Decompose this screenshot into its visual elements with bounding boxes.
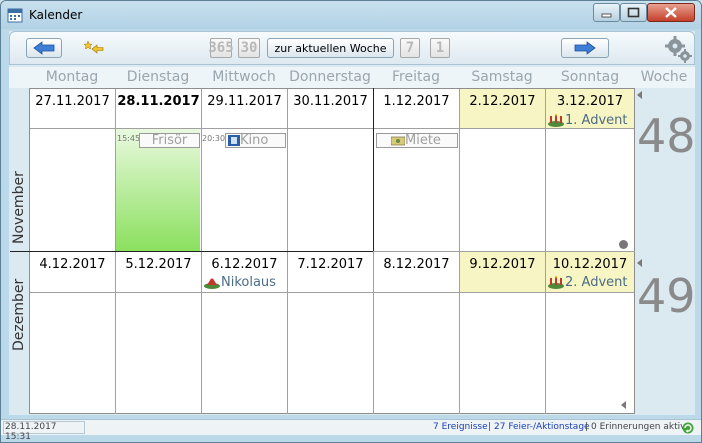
title-bar[interactable]: Kalender bbox=[1, 1, 701, 29]
window-title: Kalender bbox=[29, 8, 83, 22]
date-cell[interactable]: 2.12.2017 bbox=[460, 94, 545, 109]
grid-line bbox=[30, 292, 634, 293]
month-view-button[interactable]: 30 bbox=[238, 38, 260, 58]
date-cell[interactable]: 5.12.2017 bbox=[116, 257, 201, 272]
status-holidays-link[interactable]: 27 Feier-/Aktionstage bbox=[494, 422, 590, 432]
weekday-wednesday: Mittwoch bbox=[212, 69, 276, 85]
holiday-second-advent[interactable]: 2. Advent bbox=[547, 275, 627, 290]
current-week-button[interactable]: zur aktuellen Woche bbox=[267, 38, 394, 58]
settings-button[interactable] bbox=[664, 34, 694, 64]
date-cell[interactable]: 27.11.2017 bbox=[30, 94, 115, 109]
week-number-48[interactable]: 48 bbox=[637, 109, 696, 163]
close-button[interactable] bbox=[647, 3, 695, 22]
calendar-window: Kalender 365 30 zur aktuellen Woche 7 1 … bbox=[0, 0, 702, 443]
date-cell[interactable]: 29.11.2017 bbox=[202, 94, 287, 109]
event-time: 20:30 bbox=[202, 134, 226, 143]
date-cell[interactable]: 4.12.2017 bbox=[30, 257, 115, 272]
date-cell[interactable]: 30.11.2017 bbox=[288, 94, 373, 109]
day-view-button[interactable]: 1 bbox=[430, 38, 450, 58]
advent-wreath-icon bbox=[548, 275, 564, 289]
calendar-client: 365 30 zur aktuellen Woche 7 1 Montag Di… bbox=[9, 31, 696, 415]
date-cell[interactable]: 10.12.2017 bbox=[546, 257, 634, 272]
holiday-first-advent[interactable]: 1. Advent bbox=[547, 113, 627, 128]
weekday-monday: Montag bbox=[45, 69, 99, 85]
previous-week-button[interactable] bbox=[26, 38, 62, 58]
event-miete[interactable]: Miete bbox=[376, 133, 458, 148]
weekday-thursday: Donnerstag bbox=[289, 69, 371, 85]
week-expand-icon[interactable] bbox=[637, 259, 642, 267]
film-icon bbox=[228, 135, 240, 146]
status-bar: 28.11.2017 15:31 7 Ereignisse | 27 Feier… bbox=[1, 419, 701, 442]
calendar-app-icon bbox=[7, 8, 23, 23]
week-number-49[interactable]: 49 bbox=[637, 269, 696, 323]
date-cell[interactable]: 3.12.2017 bbox=[546, 94, 634, 109]
date-cell[interactable]: 7.12.2017 bbox=[288, 257, 373, 272]
scroll-indicator-icon[interactable] bbox=[621, 401, 626, 409]
arrow-left-icon bbox=[33, 41, 55, 55]
next-week-button[interactable] bbox=[561, 38, 609, 58]
weekday-sunday: Sonntag bbox=[560, 69, 620, 85]
month-strip-december: Dezember bbox=[9, 251, 29, 414]
status-events-link[interactable]: 7 Ereignisse bbox=[433, 422, 488, 432]
holiday-nikolaus[interactable]: Nikolaus bbox=[203, 275, 276, 290]
date-cell-today[interactable]: 28.11.2017 bbox=[116, 94, 201, 109]
status-separator: | bbox=[488, 422, 492, 432]
toolbar: 365 30 zur aktuellen Woche 7 1 bbox=[9, 31, 695, 65]
nikolaus-icon bbox=[204, 275, 220, 289]
status-reminders: 0 Erinnerungen aktiv bbox=[591, 422, 686, 432]
status-separator: | bbox=[585, 422, 589, 432]
event-kino[interactable]: Kino bbox=[225, 133, 286, 148]
weekday-friday: Freitag bbox=[392, 69, 440, 85]
date-cell[interactable]: 8.12.2017 bbox=[374, 257, 459, 272]
gear-icon bbox=[665, 36, 692, 63]
money-icon bbox=[391, 136, 405, 145]
grid-line bbox=[30, 128, 634, 129]
holiday-label: 2. Advent bbox=[565, 275, 628, 290]
close-icon bbox=[665, 7, 677, 18]
refresh-icon[interactable] bbox=[682, 422, 694, 434]
week-column-header: Woche bbox=[640, 69, 688, 85]
goto-date-button[interactable] bbox=[83, 40, 104, 56]
month-strip-november: November bbox=[9, 88, 29, 251]
weekday-tuesday: Dienstag bbox=[126, 69, 190, 85]
month-boundary bbox=[10, 251, 374, 252]
week-expand-icon[interactable] bbox=[637, 91, 642, 99]
minimize-button[interactable] bbox=[593, 3, 620, 22]
holiday-label: Nikolaus bbox=[221, 275, 276, 290]
event-time: 15:45 bbox=[117, 134, 141, 143]
date-cell[interactable]: 6.12.2017 bbox=[202, 257, 287, 272]
year-view-button[interactable]: 365 bbox=[208, 38, 234, 58]
more-indicator-dot[interactable] bbox=[619, 240, 628, 249]
event-label: Kino bbox=[240, 133, 269, 148]
date-cell[interactable]: 1.12.2017 bbox=[374, 94, 459, 109]
maximize-button[interactable] bbox=[620, 3, 647, 22]
month-boundary bbox=[373, 88, 374, 252]
grid-line bbox=[373, 251, 635, 252]
event-label: Miete bbox=[405, 133, 441, 148]
date-cell[interactable]: 9.12.2017 bbox=[460, 257, 545, 272]
weekday-saturday: Samstag bbox=[471, 69, 533, 85]
maximize-icon bbox=[627, 7, 640, 18]
week-view-button[interactable]: 7 bbox=[400, 38, 420, 58]
holiday-label: 1. Advent bbox=[565, 113, 628, 128]
month-label-december: Dezember bbox=[11, 278, 27, 351]
arrow-right-icon bbox=[574, 41, 596, 55]
month-label-november: November bbox=[11, 171, 27, 244]
status-datetime: 28.11.2017 15:31 bbox=[3, 421, 85, 442]
event-frisoer[interactable]: Frisör bbox=[139, 133, 200, 148]
advent-wreath-icon bbox=[548, 113, 564, 127]
minimize-icon bbox=[601, 13, 612, 18]
star-arrow-icon bbox=[83, 40, 104, 54]
weekday-header: Montag Dienstag Mittwoch Donnerstag Frei… bbox=[9, 67, 695, 88]
